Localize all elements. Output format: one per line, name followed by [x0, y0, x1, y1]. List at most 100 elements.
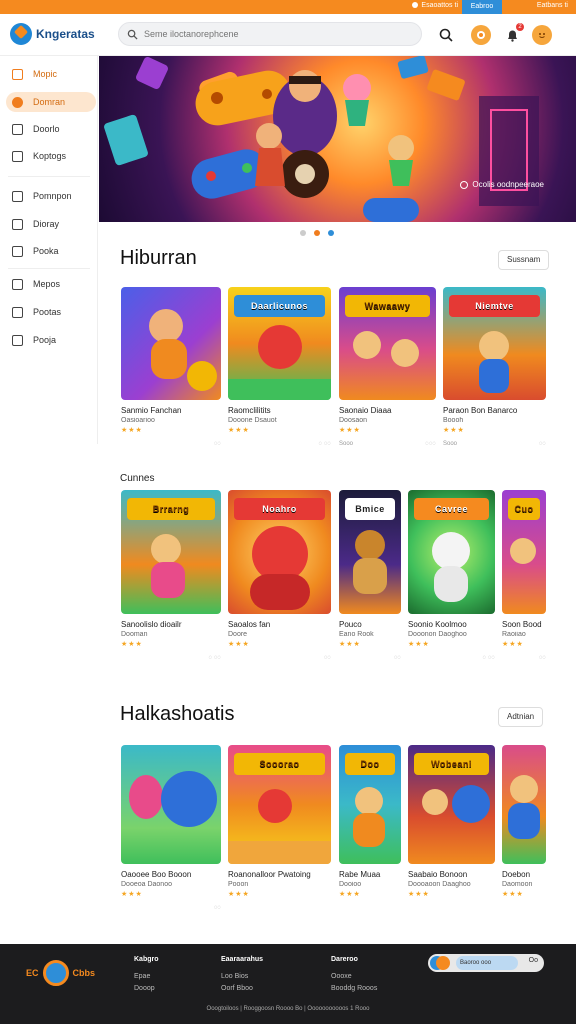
game-card[interactable]: Wawaawy Saonaio Diaaa Doosaon ★★★ Sooo ◌◌…	[339, 287, 436, 447]
sidebar-item-3[interactable]: Koptogs	[6, 146, 96, 166]
sidebar-item-9[interactable]: Pooja	[6, 330, 96, 350]
character-art	[510, 538, 536, 564]
game-thumbnail	[502, 745, 546, 864]
game-thumbnail: Bmice	[339, 490, 401, 614]
search-input[interactable]	[144, 29, 404, 39]
footer-link[interactable]: Oorf Bboo	[221, 985, 263, 992]
meta-right: ◌ ◌◌	[318, 441, 331, 447]
subscribe-button[interactable]: Oo	[529, 957, 538, 964]
globe-icon	[12, 278, 23, 290]
character-body-art	[434, 566, 468, 602]
meta-right: ◌ ◌◌	[482, 655, 495, 661]
user-avatar[interactable]	[532, 25, 552, 45]
carousel-dot[interactable]	[328, 230, 334, 236]
game-genre: Doore	[228, 631, 248, 638]
link-icon	[12, 306, 23, 318]
rating-stars: ★★★	[408, 891, 430, 898]
game-title: Rabe Muaa	[339, 870, 381, 879]
game-card[interactable]: Wobeani Saabaio Bonoon Doooaoon Daaghoo …	[408, 745, 495, 905]
sidebar-item-0[interactable]: Mopic	[6, 64, 96, 84]
game-meta: ◌ ◌◌	[228, 441, 331, 447]
meta-right: ◌◌	[538, 655, 546, 661]
footer-column: Dareroo Oooxe Booddg Rooos	[331, 956, 377, 997]
brand-logo[interactable]: Kngeratas	[10, 23, 95, 45]
carousel-dot[interactable]	[300, 230, 306, 236]
rating-stars: ★★★	[121, 427, 143, 434]
footer-link[interactable]: Epae	[134, 973, 159, 980]
monitor-icon	[12, 334, 23, 346]
brand-logo-icon	[10, 23, 32, 45]
game-thumbnail	[121, 745, 221, 864]
game-card[interactable]: Bmice Pouco Eano Rook ★★★ ◌◌	[339, 490, 401, 661]
search-bar[interactable]	[118, 22, 422, 46]
footer-link[interactable]: Loo Bios	[221, 973, 263, 980]
promo-blue-tab[interactable]: Eabroo	[462, 0, 502, 14]
game-card[interactable]: Oaooee Boo Booon Dooeoa Daonoo ★★★ ◌◌	[121, 745, 221, 911]
search-button[interactable]	[436, 25, 456, 45]
sidebar-item-5[interactable]: Dioray	[6, 214, 96, 234]
sidebar-item-6[interactable]: Pooka	[6, 241, 96, 261]
game-card[interactable]: Cavree Soonio Koolmoo Dooonon Daoghoo ★★…	[408, 490, 495, 661]
game-art-title: Doo	[345, 753, 395, 775]
book-icon	[12, 245, 23, 257]
footer-link[interactable]: Booddg Rooos	[331, 985, 377, 992]
game-card[interactable]: Sanmio Fanchan Oasioarioo ★★★ ◌◌	[121, 287, 221, 447]
game-title: Soonio Koolmoo	[408, 620, 467, 629]
game-thumbnail	[121, 287, 221, 400]
meta-right: ◌◌	[213, 905, 221, 911]
game-card[interactable]: Doebon Daomoon ★★★	[502, 745, 546, 905]
rating-stars: ★★★	[121, 891, 143, 898]
game-card[interactable]: Niemtve Paraon Bon Banarco Boooh ★★★ Soo…	[443, 287, 546, 447]
sidebar-item-2[interactable]: Doorlo	[6, 119, 96, 139]
grass-art	[228, 379, 331, 400]
game-card[interactable]: Cuo Soon Bood Raoiiao ★★★ ◌◌	[502, 490, 546, 661]
character-body-art	[250, 574, 310, 610]
notifications-button[interactable]: 2	[502, 23, 524, 45]
game-card[interactable]: Sooorao Roanonalloor Pwatoing Pooon ★★★	[228, 745, 331, 905]
top-promo-strip: Esaoattos ti Eabroo Eatbans ti	[0, 0, 576, 14]
rating-stars: ★★★	[339, 427, 361, 434]
game-title: Raomclilitits	[228, 406, 271, 415]
game-art-title: Noahro	[234, 498, 325, 520]
game-card[interactable]: Brrarng Sanoolislo dioailr Dooman ★★★ ◌ …	[121, 490, 221, 661]
see-all-button[interactable]: Sussnam	[498, 250, 550, 270]
game-art-title: Bmice	[345, 498, 395, 520]
carousel-dots	[300, 230, 334, 236]
sidebar-item-8[interactable]: Pootas	[6, 302, 96, 322]
game-genre: Eano Rook	[339, 631, 374, 638]
game-thumbnail: Daarlicunos	[228, 287, 331, 400]
copyright-text: Ooogtoiloos | Rooggoosn Roooo Bo | Ooooo…	[206, 1006, 370, 1012]
bowling-ball-art	[161, 771, 217, 827]
see-all-button[interactable]: Adtnian	[498, 707, 544, 727]
character-art	[432, 532, 470, 570]
game-card[interactable]: Noahro Saoalos fan Doore ★★★ ◌◌	[228, 490, 331, 661]
sidebar-item-4[interactable]: Pomnpon	[6, 186, 96, 206]
game-card[interactable]: Doo Rabe Muaa Dooioo ★★★	[339, 745, 401, 905]
game-genre: Doosaon	[339, 417, 368, 424]
hero-caption: Ocolis oodnpeeraoe	[460, 180, 544, 189]
gamepad-icon	[477, 31, 485, 39]
hero-banner[interactable]: Ocolis oodnpeeraoe	[99, 56, 576, 222]
newsletter-email-input[interactable]: Baoroo ooo	[456, 956, 518, 970]
search-icon	[127, 29, 138, 40]
footer-link[interactable]: Oooxe	[331, 973, 377, 980]
game-art-title: Sooorao	[234, 753, 325, 775]
game-art-title: Daarlicunos	[234, 295, 325, 317]
promo-right-text[interactable]: Eatbans ti	[537, 2, 568, 9]
game-art-title: Wawaawy	[345, 295, 430, 317]
promo-text[interactable]: Esaoattos ti	[412, 2, 458, 9]
game-card[interactable]: Daarlicunos Raomclilitits Dooone Dsauot …	[228, 287, 331, 447]
game-thumbnail: Niemtve	[443, 287, 546, 400]
character-body-art	[479, 359, 509, 393]
sidebar-item-7[interactable]: Mepos	[6, 274, 96, 294]
carousel-dot-active[interactable]	[314, 230, 320, 236]
sidebar-item-1[interactable]: Domran	[6, 92, 96, 112]
sidebar-item-label: Mopic	[33, 69, 58, 79]
footer-link[interactable]: Dooop	[134, 985, 159, 992]
game-art-title: Niemtve	[449, 295, 540, 317]
controller-button[interactable]	[471, 25, 491, 45]
social-icon[interactable]	[436, 956, 450, 970]
newsletter-subscribe: Baoroo ooo Oo	[428, 954, 544, 972]
footer-logo[interactable]: EC Cbbs	[26, 960, 95, 986]
game-meta: ◌◌	[502, 655, 546, 661]
